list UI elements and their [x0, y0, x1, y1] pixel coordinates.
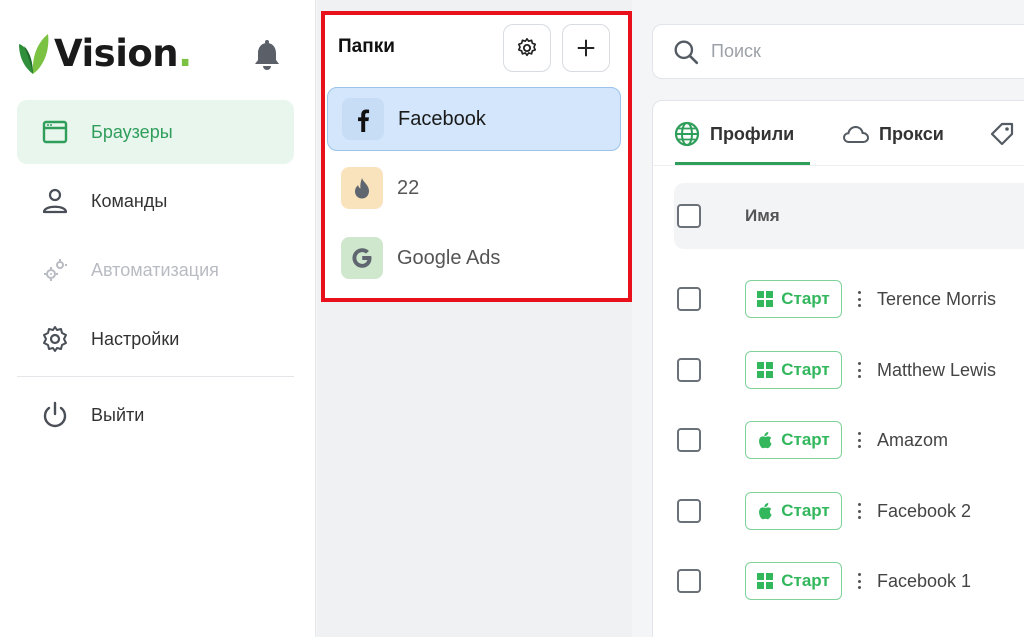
apple-icon: [759, 432, 772, 449]
sidebar-item-browsers[interactable]: Браузеры: [17, 100, 294, 164]
profiles-card: Профили Прокси Имя Старт Terence Morris …: [652, 100, 1024, 637]
search-input[interactable]: [711, 41, 961, 62]
more-options-icon[interactable]: [854, 571, 864, 591]
select-all-checkbox[interactable]: [677, 204, 701, 228]
profile-name[interactable]: Facebook 1: [877, 571, 971, 592]
start-label: Старт: [781, 571, 830, 590]
tab-label: Профили: [710, 123, 795, 144]
folder-settings-button[interactable]: [503, 24, 551, 72]
sidebar-nav: Браузеры Команды Автоматизация Настройки: [17, 100, 294, 452]
flame-icon: [341, 167, 383, 209]
table-row: Старт Facebook 1: [677, 561, 1024, 601]
sidebar-item-label: Команды: [91, 190, 168, 211]
start-button[interactable]: Старт: [745, 492, 842, 530]
power-icon: [41, 401, 69, 429]
row-checkbox[interactable]: [677, 287, 701, 311]
folder-item-22[interactable]: 22: [327, 156, 621, 220]
tab-tags[interactable]: [988, 119, 1016, 149]
start-label: Старт: [781, 430, 830, 449]
sidebar-item-automation: Автоматизация: [17, 238, 294, 302]
gears-icon: [41, 256, 69, 284]
table-row: Старт Matthew Lewis: [677, 350, 1024, 390]
facebook-icon: [342, 98, 384, 140]
windows-icon: [757, 362, 774, 378]
plus-icon: [577, 39, 595, 57]
sidebar-item-label: Автоматизация: [91, 259, 219, 280]
tab-label: Прокси: [879, 123, 944, 144]
more-options-icon[interactable]: [854, 430, 864, 450]
row-checkbox[interactable]: [677, 569, 701, 593]
start-label: Старт: [781, 501, 830, 520]
tag-icon: [990, 122, 1014, 146]
windows-icon: [757, 573, 774, 589]
search-icon: [674, 40, 699, 64]
column-header-name[interactable]: Имя: [745, 206, 780, 226]
sidebar-item-teams[interactable]: Команды: [17, 169, 294, 233]
table-row: Старт Terence Morris: [677, 279, 1024, 319]
table-header: Имя: [674, 183, 1024, 249]
sidebar-divider: [17, 376, 294, 377]
row-checkbox[interactable]: [677, 358, 701, 382]
profile-name[interactable]: Facebook 2: [877, 501, 971, 522]
start-button[interactable]: Старт: [745, 351, 842, 389]
start-button[interactable]: Старт: [745, 562, 842, 600]
windows-icon: [757, 291, 774, 307]
profile-name[interactable]: Terence Morris: [877, 289, 996, 310]
folder-label: Google Ads: [397, 246, 501, 269]
search-bar[interactable]: [652, 24, 1024, 79]
cloud-icon: [842, 125, 870, 143]
start-button[interactable]: Старт: [745, 280, 842, 318]
folder-item-facebook[interactable]: Facebook: [327, 87, 621, 151]
sidebar-item-label: Настройки: [91, 328, 180, 349]
folder-item-google-ads[interactable]: Google Ads: [327, 226, 621, 290]
sidebar-item-label: Браузеры: [91, 121, 173, 142]
table-row: Старт Facebook 2: [677, 491, 1024, 531]
sidebar: Vision. Браузеры Команды Автоматизация Н…: [0, 0, 316, 637]
gear-icon: [517, 38, 537, 57]
globe-icon: [674, 121, 700, 147]
start-label: Старт: [781, 289, 830, 308]
folders-title: Папки: [338, 36, 395, 57]
folder-label: Facebook: [398, 107, 486, 130]
gear-icon: [41, 325, 69, 353]
sidebar-item-settings[interactable]: Настройки: [17, 307, 294, 371]
add-folder-button[interactable]: [562, 24, 610, 72]
leaf-logo-icon: [19, 34, 49, 74]
more-options-icon[interactable]: [854, 360, 864, 380]
tab-profiles[interactable]: Профили: [674, 119, 794, 149]
brand-name: Vision.: [54, 32, 192, 75]
profile-name[interactable]: Amazom: [877, 430, 948, 451]
sidebar-item-logout[interactable]: Выйти: [17, 383, 294, 447]
user-icon: [41, 187, 69, 215]
browser-window-icon: [41, 118, 69, 146]
logo[interactable]: Vision.: [16, 32, 192, 76]
start-button[interactable]: Старт: [745, 421, 842, 459]
sidebar-item-label: Выйти: [91, 404, 145, 425]
tab-proxies[interactable]: Прокси: [842, 119, 944, 149]
profile-name[interactable]: Matthew Lewis: [877, 360, 996, 381]
start-label: Старт: [781, 360, 830, 379]
more-options-icon[interactable]: [854, 501, 864, 521]
apple-icon: [759, 503, 772, 520]
google-icon: [341, 237, 383, 279]
row-checkbox[interactable]: [677, 428, 701, 452]
table-row: Старт Amazom: [677, 420, 1024, 460]
notifications-bell-icon[interactable]: [252, 40, 282, 72]
row-checkbox[interactable]: [677, 499, 701, 523]
more-options-icon[interactable]: [854, 289, 864, 309]
folder-label: 22: [397, 176, 420, 199]
tabs-divider: [653, 165, 1024, 166]
